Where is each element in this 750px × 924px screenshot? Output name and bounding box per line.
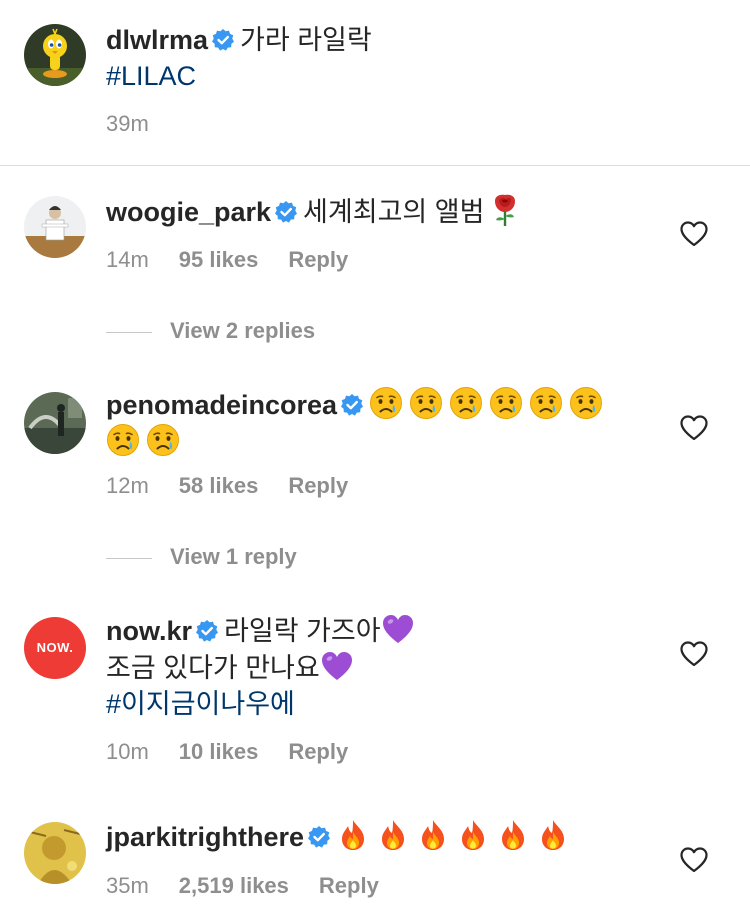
like-heart-icon[interactable] bbox=[680, 415, 708, 441]
avatar-dlwlrma[interactable] bbox=[24, 24, 86, 86]
verified-badge-icon bbox=[212, 29, 235, 51]
crying-face-icon bbox=[106, 423, 140, 457]
reply-divider-line bbox=[106, 557, 152, 559]
crying-face-icon bbox=[146, 423, 180, 457]
purple-heart-icon bbox=[382, 615, 413, 643]
caption: dlwlrma 가라 라일락 #LILAC bbox=[106, 22, 372, 94]
reply-button[interactable]: Reply bbox=[288, 247, 348, 273]
avatar-penomadeincorea[interactable] bbox=[24, 392, 86, 454]
reply-button[interactable]: Reply bbox=[288, 473, 348, 499]
now-logo-text: NOW. bbox=[36, 640, 74, 655]
likes-count[interactable]: 2,519 likes bbox=[179, 873, 289, 899]
fire-icon bbox=[462, 820, 485, 850]
crying-face-icon bbox=[369, 386, 403, 420]
fire-icon bbox=[382, 820, 405, 850]
comment-meta: 14m 95 likes Reply bbox=[106, 247, 378, 273]
avatar-woogie-park[interactable] bbox=[24, 196, 86, 258]
comment-username[interactable]: penomadeincorea bbox=[106, 390, 337, 420]
comment-time: 12m bbox=[106, 473, 149, 498]
comment-text: 라일락 가즈아 bbox=[224, 616, 381, 646]
comment-time: 10m bbox=[106, 739, 149, 764]
fire-icon bbox=[502, 820, 525, 850]
view-replies-label: View 2 replies bbox=[170, 318, 316, 343]
reply-button[interactable]: Reply bbox=[319, 873, 379, 899]
likes-count[interactable]: 95 likes bbox=[179, 247, 259, 273]
view-replies-button[interactable]: View 1 reply bbox=[106, 544, 297, 570]
fire-icon bbox=[342, 820, 365, 850]
comment-woogie-park: woogie_park 세계최고의 앨범 bbox=[106, 193, 528, 230]
verified-badge-icon bbox=[308, 826, 331, 848]
caption-time: 39m bbox=[106, 111, 149, 136]
comment-username[interactable]: now.kr bbox=[106, 616, 192, 646]
view-replies-button[interactable]: View 2 replies bbox=[106, 318, 315, 344]
crying-face-icon bbox=[529, 386, 563, 420]
fire-icon bbox=[422, 820, 445, 850]
avatar-now-kr[interactable]: NOW. bbox=[24, 617, 86, 679]
reply-divider-line bbox=[106, 331, 152, 333]
rose-icon bbox=[494, 193, 517, 227]
comment-jparkitrighthere: jparkitrighthere bbox=[106, 818, 576, 855]
verified-badge-icon bbox=[196, 620, 219, 642]
comment-meta: 10m 10 likes Reply bbox=[106, 739, 378, 765]
crying-face-icon bbox=[569, 386, 603, 420]
crying-face-icon bbox=[489, 386, 523, 420]
fire-icon bbox=[542, 820, 565, 850]
comment-penomadeincorea: penomadeincorea bbox=[106, 386, 609, 460]
view-replies-label: View 1 reply bbox=[170, 544, 297, 569]
purple-heart-icon bbox=[321, 652, 352, 680]
comment-meta: 12m 58 likes Reply bbox=[106, 473, 378, 499]
comment-text: 조금 있다가 만나요 bbox=[106, 653, 320, 683]
like-heart-icon[interactable] bbox=[680, 221, 708, 247]
avatar-jparkitrighthere[interactable] bbox=[24, 822, 86, 884]
comment-time: 35m bbox=[106, 873, 149, 898]
verified-badge-icon bbox=[275, 201, 298, 223]
caption-hashtag[interactable]: #LILAC bbox=[106, 61, 196, 91]
comment-username[interactable]: woogie_park bbox=[106, 197, 271, 227]
caption-divider bbox=[0, 165, 750, 166]
verified-badge-icon bbox=[341, 394, 364, 416]
comment-hashtag[interactable]: #이지금이나우에 bbox=[106, 689, 295, 719]
comment-meta: 35m 2,519 likes Reply bbox=[106, 873, 409, 899]
crying-face-icon bbox=[409, 386, 443, 420]
likes-count[interactable]: 10 likes bbox=[179, 739, 259, 765]
likes-count[interactable]: 58 likes bbox=[179, 473, 259, 499]
comment-text: 세계최고의 앨범 bbox=[303, 197, 485, 227]
caption-username[interactable]: dlwlrma bbox=[106, 25, 208, 55]
comment-time: 14m bbox=[106, 247, 149, 272]
like-heart-icon[interactable] bbox=[680, 847, 708, 873]
caption-text: 가라 라일락 bbox=[240, 25, 372, 55]
like-heart-icon[interactable] bbox=[680, 641, 708, 667]
comment-now-kr: now.kr 라일락 가즈아 조금 있다가 만나요 #이지금이나우에 bbox=[106, 612, 421, 722]
caption-meta: 39m bbox=[106, 111, 179, 137]
crying-face-icon bbox=[449, 386, 483, 420]
reply-button[interactable]: Reply bbox=[288, 739, 348, 765]
comment-username[interactable]: jparkitrighthere bbox=[106, 822, 304, 852]
